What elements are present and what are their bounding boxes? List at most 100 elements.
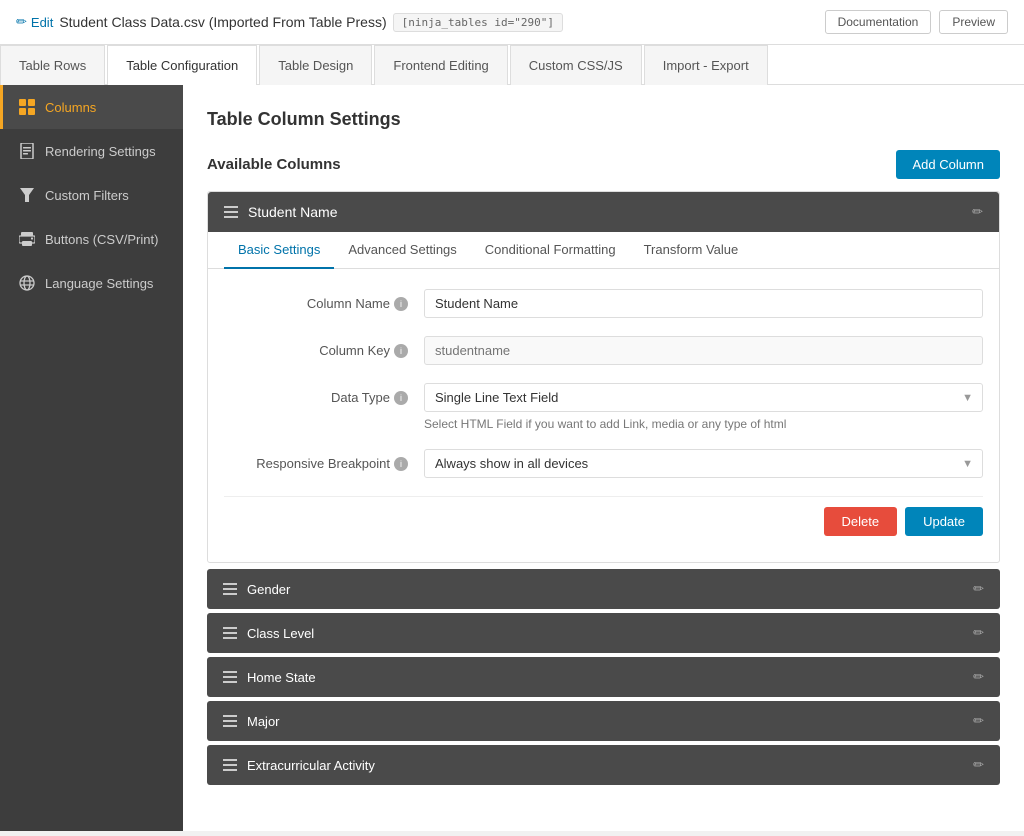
column-row-extracurricular[interactable]: Extracurricular Activity ✏ <box>207 745 1000 785</box>
column-home-edit-icon[interactable]: ✏ <box>973 669 984 685</box>
column-panel-title: Student Name <box>248 204 338 220</box>
available-columns-label: Available Columns <box>207 156 341 173</box>
hamburger-line <box>223 627 237 629</box>
column-row-class-level[interactable]: Class Level ✏ <box>207 613 1000 653</box>
tab-basic-settings[interactable]: Basic Settings <box>224 232 334 269</box>
column-major-title: Major <box>247 714 280 729</box>
tab-table-design[interactable]: Table Design <box>259 45 372 85</box>
column-name-input[interactable] <box>424 289 983 318</box>
tab-table-configuration[interactable]: Table Configuration <box>107 45 257 85</box>
drag-handle-icon[interactable] <box>224 206 238 218</box>
tab-conditional-formatting[interactable]: Conditional Formatting <box>471 232 630 269</box>
sidebar-item-language-label: Language Settings <box>45 276 153 291</box>
column-name-label: Column Name i <box>224 289 424 311</box>
hamburger-line <box>223 715 237 717</box>
column-row-home-state[interactable]: Home State ✏ <box>207 657 1000 697</box>
page-title: Student Class Data.csv (Imported From Ta… <box>59 14 386 30</box>
hamburger-line <box>223 769 237 771</box>
hamburger-line-3 <box>224 216 238 218</box>
column-row-gender-left: Gender <box>223 582 290 597</box>
hamburger-line <box>223 583 237 585</box>
hamburger-line-2 <box>224 211 238 213</box>
lang-icon <box>19 275 35 291</box>
column-row-gender[interactable]: Gender ✏ <box>207 569 1000 609</box>
sidebar-item-buttons-label: Buttons (CSV/Print) <box>45 232 158 247</box>
responsive-select[interactable]: Always show in all devices <box>424 449 983 478</box>
hamburger-line <box>223 593 237 595</box>
column-panel-student-name-header[interactable]: Student Name ✏ <box>208 192 999 232</box>
sidebar-item-columns-label: Columns <box>45 100 96 115</box>
update-button[interactable]: Update <box>905 507 983 536</box>
hamburger-line <box>223 720 237 722</box>
hamburger-line <box>223 676 237 678</box>
column-home-title: Home State <box>247 670 316 685</box>
column-extra-edit-icon[interactable]: ✏ <box>973 757 984 773</box>
top-bar-right: Documentation Preview <box>825 10 1008 34</box>
layout: Columns Rendering Settings Custom Filter… <box>0 85 1024 831</box>
column-key-input[interactable] <box>424 336 983 365</box>
nav-tabs: Table Rows Table Configuration Table Des… <box>0 45 1024 85</box>
documentation-button[interactable]: Documentation <box>825 10 932 34</box>
sidebar-item-columns[interactable]: Columns <box>0 85 183 129</box>
sidebar: Columns Rendering Settings Custom Filter… <box>0 85 183 831</box>
column-row-major[interactable]: Major ✏ <box>207 701 1000 741</box>
sidebar-item-filters-label: Custom Filters <box>45 188 129 203</box>
delete-button[interactable]: Delete <box>824 507 898 536</box>
drag-handle-home-icon[interactable] <box>223 671 237 683</box>
data-type-select-wrap: Single Line Text Field ▼ <box>424 383 983 412</box>
drag-handle-extra-icon[interactable] <box>223 759 237 771</box>
tab-advanced-settings[interactable]: Advanced Settings <box>334 232 470 269</box>
column-row-major-left: Major <box>223 714 280 729</box>
column-class-edit-icon[interactable]: ✏ <box>973 625 984 641</box>
hamburger-line <box>223 588 237 590</box>
form-row-responsive: Responsive Breakpoint i Always show in a… <box>224 449 983 478</box>
column-row-home-left: Home State <box>223 670 316 685</box>
sidebar-item-buttons[interactable]: Buttons (CSV/Print) <box>0 217 183 261</box>
edit-icon: ✏ <box>16 14 27 30</box>
column-panel-student-name: Student Name ✏ Basic Settings Advanced S… <box>207 191 1000 563</box>
sidebar-item-rendering[interactable]: Rendering Settings <box>0 129 183 173</box>
hamburger-line <box>223 725 237 727</box>
filter-icon <box>19 187 35 203</box>
hamburger-line <box>223 637 237 639</box>
preview-button[interactable]: Preview <box>939 10 1008 34</box>
column-tabs: Basic Settings Advanced Settings Conditi… <box>208 232 999 269</box>
grid-icon <box>19 99 35 115</box>
drag-handle-class-icon[interactable] <box>223 627 237 639</box>
column-panel-header-left: Student Name <box>224 204 338 220</box>
data-type-hint: Select HTML Field if you want to add Lin… <box>424 417 786 431</box>
data-type-select[interactable]: Single Line Text Field <box>424 383 983 412</box>
tab-frontend-editing[interactable]: Frontend Editing <box>374 45 507 85</box>
column-gender-edit-icon[interactable]: ✏ <box>973 581 984 597</box>
tab-import-export[interactable]: Import - Export <box>644 45 768 85</box>
section-title: Table Column Settings <box>207 109 1000 130</box>
top-bar: ✏ Edit Student Class Data.csv (Imported … <box>0 0 1024 45</box>
main-content: Table Column Settings Available Columns … <box>183 85 1024 831</box>
tab-table-rows[interactable]: Table Rows <box>0 45 105 85</box>
edit-link[interactable]: ✏ Edit <box>16 14 53 30</box>
tab-transform-value[interactable]: Transform Value <box>630 232 753 269</box>
form-row-column-key: Column Key i <box>224 336 983 365</box>
available-columns-header: Available Columns Add Column <box>207 150 1000 179</box>
shortcode-badge: [ninja_tables id="290"] <box>393 13 563 32</box>
print-icon <box>19 231 35 247</box>
sidebar-item-filters[interactable]: Custom Filters <box>0 173 183 217</box>
column-major-edit-icon[interactable]: ✏ <box>973 713 984 729</box>
responsive-info-icon[interactable]: i <box>394 457 408 471</box>
drag-handle-major-icon[interactable] <box>223 715 237 727</box>
column-row-extra-left: Extracurricular Activity <box>223 758 375 773</box>
column-key-info-icon[interactable]: i <box>394 344 408 358</box>
sidebar-item-language[interactable]: Language Settings <box>0 261 183 305</box>
column-class-title: Class Level <box>247 626 314 641</box>
drag-handle-gender-icon[interactable] <box>223 583 237 595</box>
column-edit-icon[interactable]: ✏ <box>972 204 983 220</box>
data-type-info-icon[interactable]: i <box>394 391 408 405</box>
add-column-button[interactable]: Add Column <box>896 150 1000 179</box>
tab-custom-css-js[interactable]: Custom CSS/JS <box>510 45 642 85</box>
column-extra-title: Extracurricular Activity <box>247 758 375 773</box>
form-row-data-type: Data Type i Single Line Text Field ▼ Sel… <box>224 383 983 431</box>
sidebar-item-rendering-label: Rendering Settings <box>45 144 156 159</box>
doc-icon <box>19 143 35 159</box>
responsive-select-wrap: Always show in all devices ▼ <box>424 449 983 478</box>
column-name-info-icon[interactable]: i <box>394 297 408 311</box>
